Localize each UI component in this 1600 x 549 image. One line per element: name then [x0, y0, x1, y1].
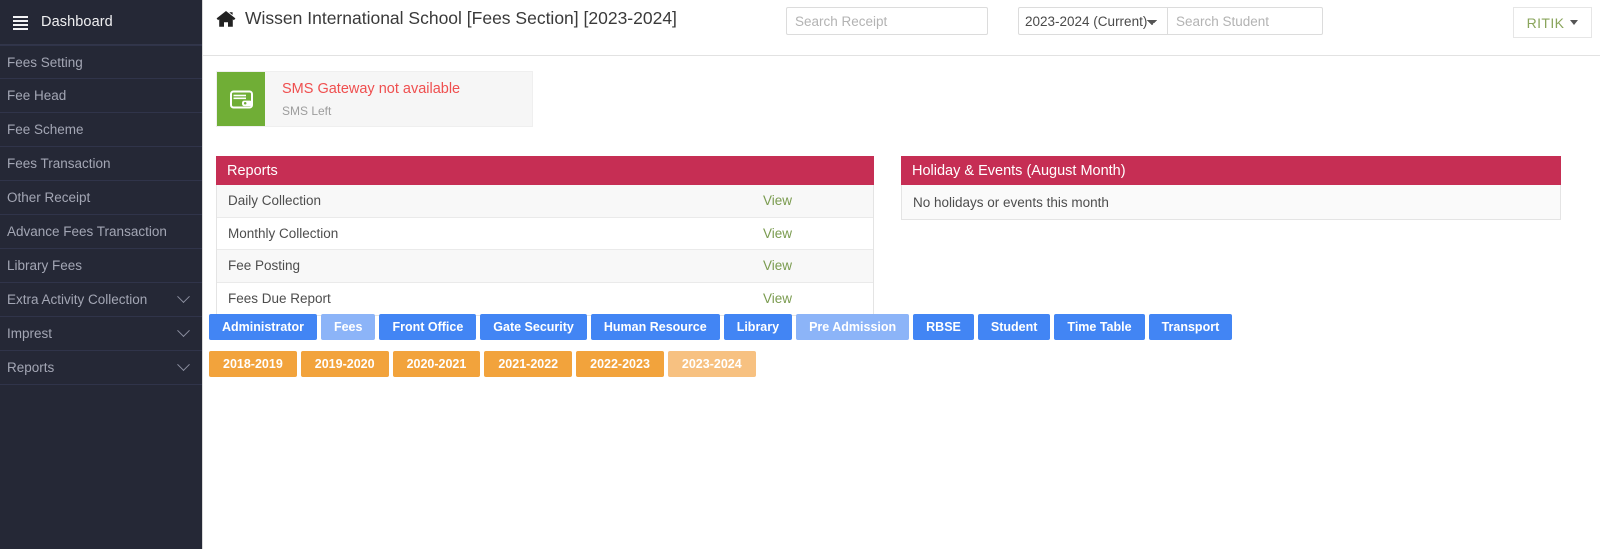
reports-panel: Reports Daily Collection View Monthly Coll…: [216, 156, 874, 316]
module-tab-strip: Administrator Fees Front Office Gate Securi…: [209, 314, 1236, 340]
reports-list: Daily Collection View Monthly Collection Vi…: [216, 185, 874, 316]
sidebar-item-label: Library Fees: [7, 258, 83, 273]
wallet-icon: [217, 72, 265, 126]
module-tab-human-resource[interactable]: Human Resource: [590, 314, 720, 340]
hamburger-icon[interactable]: [13, 16, 28, 30]
report-name: Fees Due Report: [228, 291, 331, 307]
sidebar-item-library-fees[interactable]: Library Fees: [0, 249, 202, 283]
report-row: Fees Due Report View: [217, 282, 873, 315]
sidebar-header-label: Dashboard: [41, 14, 113, 30]
sidebar-item-fees-setting[interactable]: Fees Setting: [0, 45, 202, 79]
module-tab-transport[interactable]: Transport: [1148, 314, 1233, 340]
main-content: SMS Gateway not available SMS Left Repor…: [203, 56, 1600, 549]
reports-panel-title: Reports: [216, 156, 874, 185]
sidebar-item-label: Imprest: [7, 326, 53, 341]
report-row: Monthly Collection View: [217, 217, 873, 250]
report-view-link[interactable]: View: [763, 291, 873, 306]
sms-card-text: SMS Gateway not available SMS Left: [265, 72, 532, 126]
module-tab-library[interactable]: Library: [723, 314, 793, 340]
sidebar-item-label: Advance Fees Transaction: [7, 224, 167, 239]
module-tab-time-table[interactable]: Time Table: [1054, 314, 1145, 340]
sidebar-item-label: Fee Head: [7, 88, 67, 103]
report-name: Fee Posting: [228, 258, 301, 274]
sidebar-item-fee-scheme[interactable]: Fee Scheme: [0, 113, 202, 147]
module-tab-pre-admission[interactable]: Pre Admission: [796, 314, 910, 340]
sidebar-header[interactable]: Dashboard: [0, 0, 202, 45]
sidebar-menu: Fees Setting Fee Head Fee Scheme Fees Trans…: [0, 45, 202, 385]
home-icon: [216, 10, 236, 28]
report-view-link[interactable]: View: [763, 226, 873, 241]
module-tab-fees[interactable]: Fees: [320, 314, 376, 340]
sidebar-item-label: Other Receipt: [7, 190, 91, 205]
chevron-down-icon: [177, 358, 190, 372]
sidebar-item-imprest[interactable]: Imprest: [0, 317, 202, 351]
module-tab-student[interactable]: Student: [977, 314, 1051, 340]
year-tab-2022-2023[interactable]: 2022-2023: [576, 351, 664, 377]
year-tab-2023-2024[interactable]: 2023-2024: [667, 351, 756, 377]
session-year-tab-strip: 2018-2019 2019-2020 2020-2021 2021-2022 2022…: [209, 351, 760, 377]
module-tab-administrator[interactable]: Administrator: [209, 314, 317, 340]
sms-card-title: SMS Gateway not available: [282, 81, 461, 97]
sms-gateway-card: SMS Gateway not available SMS Left: [216, 71, 533, 127]
year-tab-2019-2020[interactable]: 2019-2020: [300, 351, 389, 377]
user-menu-label: RITIK: [1526, 14, 1565, 31]
search-student-input[interactable]: [1168, 7, 1323, 35]
report-view-link[interactable]: View: [763, 193, 873, 208]
session-select[interactable]: 2023-2024 (Current): [1018, 7, 1168, 35]
report-name: Monthly Collection: [228, 225, 339, 241]
sidebar-item-label: Fee Scheme: [7, 122, 84, 137]
sidebar-empty-area: [0, 391, 202, 549]
year-tab-2018-2019[interactable]: 2018-2019: [209, 351, 297, 377]
sidebar-item-label: Fees Transaction: [7, 156, 111, 171]
holiday-events-body: No holidays or events this month: [901, 185, 1561, 220]
module-tab-front-office[interactable]: Front Office: [379, 314, 477, 340]
sidebar-item-fees-transaction[interactable]: Fees Transaction: [0, 147, 202, 181]
sidebar-item-label: Fees Setting: [7, 54, 83, 70]
student-search-group: 2023-2024 (Current): [1018, 7, 1323, 35]
report-row: Fee Posting View: [217, 250, 873, 283]
year-tab-2020-2021[interactable]: 2020-2021: [392, 351, 481, 377]
holiday-events-panel: Holiday & Events (August Month) No holid…: [901, 156, 1561, 220]
sidebar-item-reports[interactable]: Reports: [0, 351, 202, 385]
sidebar-item-advance-fees-transaction[interactable]: Advance Fees Transaction: [0, 215, 202, 249]
sidebar-item-extra-activity-collection[interactable]: Extra Activity Collection: [0, 283, 202, 317]
module-tab-rbse[interactable]: RBSE: [913, 314, 974, 340]
sidebar-item-label: Reports: [7, 360, 55, 375]
sidebar-item-fee-head[interactable]: Fee Head: [0, 79, 202, 113]
chevron-down-icon: [177, 290, 190, 304]
report-view-link[interactable]: View: [763, 258, 873, 273]
report-row: Daily Collection View: [217, 185, 873, 218]
chevron-down-icon: [177, 324, 190, 338]
sidebar-item-other-receipt[interactable]: Other Receipt: [0, 181, 202, 215]
sidebar: Dashboard Fees Setting Fee Head Fee Scheme…: [0, 0, 203, 549]
sms-card-subtitle: SMS Left: [282, 103, 332, 118]
holiday-events-empty-text: No holidays or events this month: [902, 185, 1560, 219]
user-menu-button[interactable]: RITIK: [1513, 7, 1592, 38]
holiday-events-panel-title: Holiday & Events (August Month): [901, 156, 1561, 185]
top-bar: Wissen International School [Fees Sectio…: [203, 0, 1600, 56]
page-title-text: Wissen International School [Fees Sectio…: [245, 8, 677, 28]
year-tab-2021-2022[interactable]: 2021-2022: [484, 351, 573, 377]
report-name: Daily Collection: [228, 193, 322, 209]
sidebar-item-label: Extra Activity Collection: [7, 292, 148, 307]
module-tab-gate-security[interactable]: Gate Security: [480, 314, 587, 340]
caret-down-icon: [1570, 20, 1579, 25]
search-receipt-input[interactable]: [786, 7, 988, 35]
page-title: Wissen International School [Fees Sectio…: [216, 8, 677, 29]
